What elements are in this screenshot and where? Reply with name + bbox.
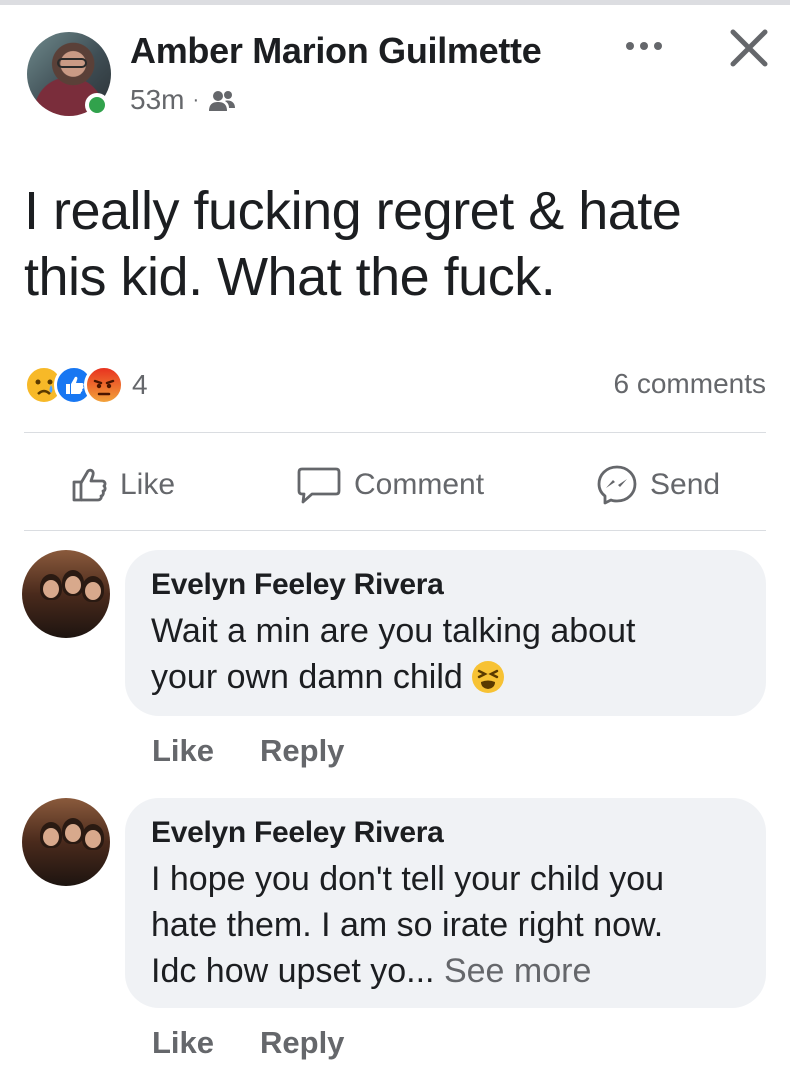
comment-text: Wait a min are you talking about your ow… [151, 608, 740, 706]
divider [24, 432, 766, 433]
comment-author[interactable]: Evelyn Feeley Rivera [151, 816, 740, 850]
like-label: Like [120, 468, 176, 501]
comment-bubble: Evelyn Feeley Rivera I hope you don't te… [125, 798, 766, 1008]
comment-like-button[interactable]: Like [152, 1025, 214, 1061]
meta-separator: · [192, 88, 200, 111]
comment-reply-button[interactable]: Reply [260, 733, 344, 769]
commenter-avatar[interactable] [22, 798, 110, 886]
comment-button[interactable]: Comment [296, 462, 484, 508]
comment-count-link[interactable]: 6 comments [614, 368, 767, 400]
like-button[interactable]: Like [70, 462, 175, 508]
comment-bubble: Evelyn Feeley Rivera Wait a min are you … [125, 550, 766, 716]
post-header: Amber Marion Guilmette 53m · [0, 0, 790, 140]
angry-reaction-icon [84, 365, 124, 405]
send-label: Send [650, 468, 721, 501]
comment-text: I hope you don't tell your child you hat… [151, 856, 740, 994]
close-icon[interactable] [727, 26, 771, 70]
post-text: I really fucking regret & hate this kid.… [24, 178, 764, 310]
thumbs-up-icon [72, 468, 107, 502]
post-text-line: this kid. What the fuck. [24, 247, 556, 307]
post-timestamp[interactable]: 53m [130, 84, 184, 116]
tired-face-emoji [471, 660, 505, 706]
post-author-name[interactable]: Amber Marion Guilmette [130, 30, 542, 72]
online-status-indicator [85, 93, 109, 117]
see-more-link[interactable]: See more [444, 952, 591, 990]
reaction-summary[interactable]: 4 [24, 365, 148, 405]
divider [24, 530, 766, 531]
comment-text-line: your own damn child [151, 654, 740, 706]
post-text-line: I really fucking regret & hate [24, 181, 682, 241]
comment-text-segment: Idc how upset yo... [151, 952, 435, 990]
friends-icon[interactable] [207, 88, 237, 112]
messenger-icon [597, 465, 637, 505]
comment-text-line: I hope you don't tell your child you [151, 860, 665, 898]
comment-text-segment: your own damn child [151, 658, 463, 696]
comment-like-button[interactable]: Like [152, 733, 214, 769]
comment-text-line: Wait a min are you talking about [151, 612, 636, 650]
more-options-icon[interactable] [622, 30, 666, 62]
comment-text-line: hate them. I am so irate right now. [151, 906, 664, 944]
avatar-glasses [57, 58, 87, 68]
send-button[interactable]: Send [596, 462, 720, 508]
comment-label: Comment [354, 468, 485, 501]
comment-reply-button[interactable]: Reply [260, 1025, 344, 1061]
comment-author[interactable]: Evelyn Feeley Rivera [151, 568, 740, 602]
post-meta: 53m · [130, 84, 237, 116]
commenter-avatar[interactable] [22, 550, 110, 638]
comment-icon [297, 467, 341, 504]
reaction-count: 4 [132, 369, 148, 400]
comment-text-line: Idc how upset yo... See more [151, 948, 740, 994]
